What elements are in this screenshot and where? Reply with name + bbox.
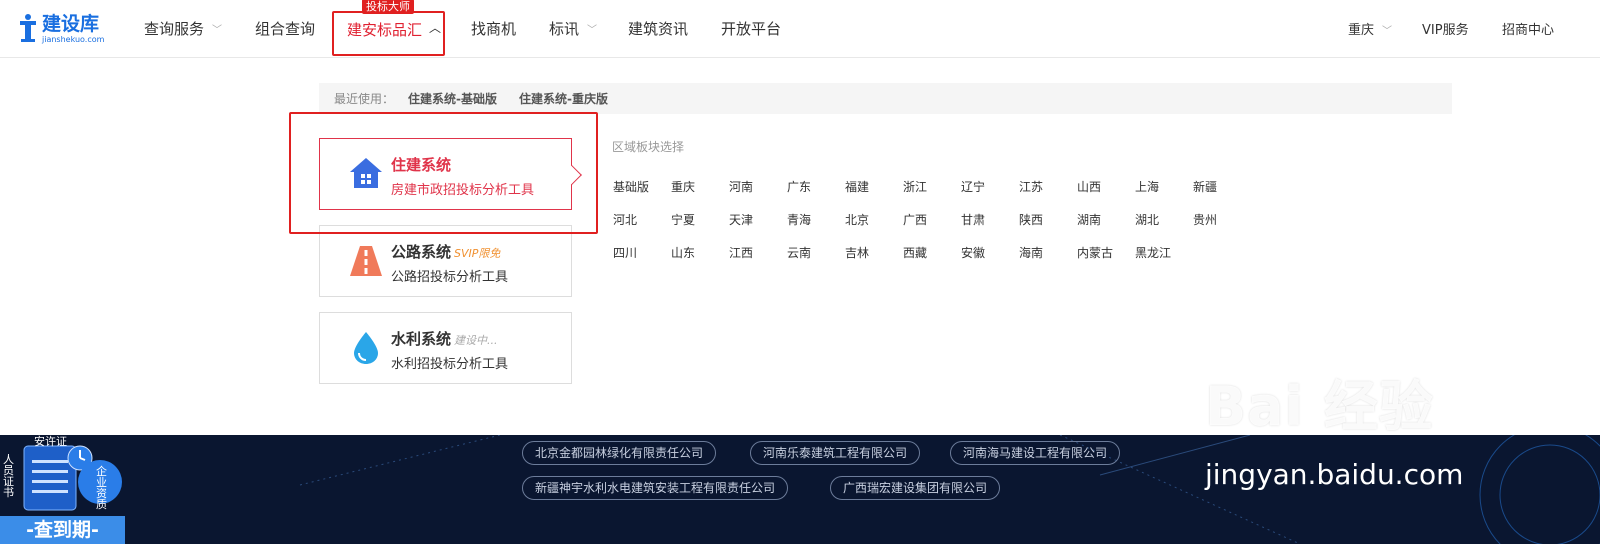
region-option[interactable]: 黑龙江 [1135, 244, 1171, 261]
cert-top-label: 安许证 [34, 435, 67, 448]
region-option[interactable]: 福建 [845, 178, 869, 195]
nav-construction-news[interactable]: 建筑资讯 [628, 18, 688, 39]
logo-domain: jianshekuo.com [42, 34, 105, 44]
region-option[interactable]: 陕西 [1019, 211, 1043, 228]
region-option[interactable]: 湖南 [1077, 211, 1101, 228]
company-tag[interactable]: 河南海马建设工程有限公司 [950, 441, 1121, 465]
logo-name: 建设库 [42, 12, 100, 35]
cert-bottom-label: -查到期- [0, 516, 125, 544]
logo-icon [18, 13, 38, 45]
nav-find-business[interactable]: 找商机 [471, 18, 516, 39]
chevron-up-icon: ︿ [429, 21, 442, 35]
recent-used-bar: 最近使用： 住建系统-基础版 住建系统-重庆版 [319, 83, 1452, 114]
region-option[interactable]: 四川 [613, 244, 637, 261]
city-selector[interactable]: 重庆 ﹀ [1348, 19, 1392, 38]
region-option[interactable]: 云南 [787, 244, 811, 261]
region-option[interactable]: 基础版 [613, 178, 649, 195]
nav-combined-query[interactable]: 组合查询 [255, 18, 315, 39]
region-option[interactable]: 吉林 [845, 244, 869, 261]
region-option[interactable]: 河南 [729, 178, 753, 195]
watermark-logo: Bai 经验 [1205, 375, 1434, 438]
investment-label: 招商中心 [1502, 23, 1555, 38]
nav-label: 建筑资讯 [628, 20, 689, 38]
region-option[interactable]: 广东 [787, 178, 811, 195]
system-card-water[interactable]: 水利系统 建设中... 水利招投标分析工具 [319, 312, 572, 384]
nav-label: 找商机 [471, 20, 517, 38]
system-title: 公路系统 SVIP限免 [391, 243, 501, 261]
region-option[interactable]: 天津 [729, 211, 753, 228]
region-option[interactable]: 山东 [671, 244, 695, 261]
nav-jianan-products[interactable]: 建安标品汇 ︿ [332, 11, 445, 56]
region-title: 区域板块选择 [612, 140, 685, 154]
city-label: 重庆 [1348, 23, 1375, 38]
region-option[interactable]: 重庆 [671, 178, 695, 195]
nav-badge: 投标大师 [362, 0, 414, 14]
region-option[interactable]: 新疆 [1193, 178, 1217, 195]
nav-query-service[interactable]: 查询服务 ﹀ [144, 18, 222, 39]
region-option[interactable]: 广西 [903, 211, 927, 228]
nav-label: 建安标品汇 [347, 21, 423, 39]
nav-open-platform[interactable]: 开放平台 [721, 18, 781, 39]
region-option[interactable]: 湖北 [1135, 211, 1159, 228]
region-option[interactable]: 北京 [845, 211, 869, 228]
region-option[interactable]: 江西 [729, 244, 753, 261]
road-icon [348, 242, 384, 278]
nav-label: 标讯 [549, 20, 580, 38]
vip-service-link[interactable]: VIP服务 [1422, 19, 1469, 38]
cert-right-label: 企业资质 [96, 465, 107, 511]
vip-label: VIP服务 [1422, 23, 1469, 38]
system-card-highway[interactable]: 公路系统 SVIP限免 公路招投标分析工具 [319, 225, 572, 297]
region-option[interactable]: 辽宁 [961, 178, 985, 195]
region-option[interactable]: 上海 [1135, 178, 1159, 195]
recent-item[interactable]: 住建系统-重庆版 [519, 90, 608, 107]
nav-label: 组合查询 [255, 20, 316, 38]
region-option[interactable]: 青海 [787, 211, 811, 228]
building-tag: 建设中... [454, 334, 498, 347]
nav-bid-news[interactable]: 标讯 ﹀ [549, 18, 597, 39]
recent-item[interactable]: 住建系统-基础版 [408, 90, 497, 107]
region-option[interactable]: 安徽 [961, 244, 985, 261]
region-option[interactable]: 山西 [1077, 178, 1101, 195]
region-option[interactable]: 宁夏 [671, 211, 695, 228]
top-nav: 建设库 jianshekuo.com 查询服务 ﹀ 组合查询 建安标品汇 ︿ 投标… [0, 0, 1600, 58]
logo[interactable]: 建设库 jianshekuo.com [18, 9, 104, 49]
certificate-promo[interactable]: 安许证 人员证书 企业资质 -查到期- [0, 435, 125, 544]
highlight-annotation-box [289, 112, 598, 234]
region-option[interactable]: 内蒙古 [1077, 244, 1113, 261]
region-option[interactable]: 西藏 [903, 244, 927, 261]
region-option[interactable]: 江苏 [1019, 178, 1043, 195]
company-tag[interactable]: 广西瑞宏建设集团有限公司 [830, 476, 1001, 500]
system-title: 水利系统 建设中... [391, 330, 498, 348]
investment-center-link[interactable]: 招商中心 [1502, 19, 1554, 38]
chevron-down-icon: ﹀ [587, 25, 598, 36]
region-option[interactable]: 贵州 [1193, 211, 1217, 228]
recent-label: 最近使用： [334, 92, 395, 106]
company-tag[interactable]: 河南乐泰建筑工程有限公司 [750, 441, 921, 465]
company-tag[interactable]: 新疆神宇水利水电建筑安装工程有限责任公司 [522, 476, 789, 500]
nav-label: 开放平台 [721, 20, 782, 38]
company-tag[interactable]: 北京金都园林绿化有限责任公司 [522, 441, 717, 465]
system-subtitle: 公路招投标分析工具 [391, 270, 509, 285]
svip-tag: SVIP限免 [454, 247, 501, 260]
nav-label: 查询服务 [144, 20, 205, 38]
chevron-down-icon: ﹀ [1382, 26, 1393, 37]
region-option[interactable]: 浙江 [903, 178, 927, 195]
cert-left-label: 人员证书 [3, 453, 14, 499]
water-drop-icon [348, 329, 384, 365]
watermark-url: jingyan.baidu.com [1205, 458, 1464, 491]
region-option[interactable]: 海南 [1019, 244, 1043, 261]
region-option[interactable]: 河北 [613, 211, 637, 228]
region-option[interactable]: 甘肃 [961, 211, 985, 228]
system-subtitle: 水利招投标分析工具 [391, 357, 509, 372]
chevron-down-icon: ﹀ [212, 25, 223, 36]
